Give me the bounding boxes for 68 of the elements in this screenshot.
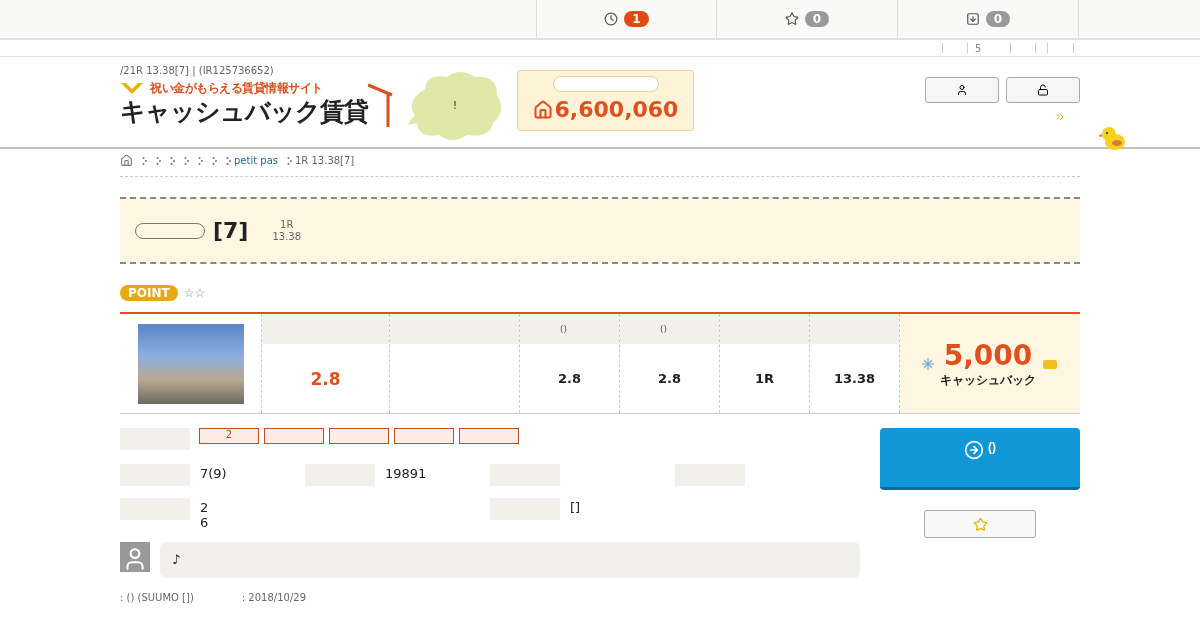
house-icon [532, 99, 553, 120]
bird-drawing [1098, 125, 1128, 153]
separator-icon [170, 155, 175, 166]
feature-tag [459, 428, 519, 444]
roof-drawing [368, 81, 394, 127]
cashback-label: キャッシュバック [940, 371, 1036, 389]
download-icon [965, 12, 980, 26]
logo-text: キャッシュバック賃貸 [120, 97, 368, 127]
cloud-text: ! [453, 99, 457, 111]
table-cell-text: 13.38 [832, 370, 877, 388]
feature-tag: 2 [199, 428, 259, 444]
table-header-cell: () [620, 314, 719, 344]
separator-icon [142, 155, 147, 166]
area-text: 13.38 [272, 230, 302, 243]
favorite-button[interactable] [924, 510, 1036, 538]
date-text: : 2018/10/29 [241, 592, 306, 603]
feature-tag [394, 428, 454, 444]
user-icon [956, 84, 968, 96]
home-icon[interactable] [120, 154, 133, 167]
table-cell-text: 2.8 [557, 370, 582, 388]
detail-value: 7(9) [200, 465, 227, 483]
separator-icon [184, 155, 189, 166]
avatar-icon [120, 542, 150, 572]
chevron-icon[interactable] [1054, 111, 1066, 123]
feature-tag [329, 428, 389, 444]
login-button[interactable] [925, 77, 999, 103]
clock-icon [604, 12, 619, 26]
rating-stars: ☆☆ [183, 286, 206, 300]
breadcrumb-current: 1R 13.38[7] [295, 155, 355, 166]
star-icon [972, 516, 988, 532]
nav-item[interactable]: 0 [717, 0, 898, 38]
cashback-amount: 5,000 [942, 338, 1034, 372]
layout-text: 1R [279, 218, 295, 231]
coin-icon [1042, 357, 1058, 370]
detail-value: 2 6 [200, 499, 209, 530]
point-badge: POINT [120, 285, 178, 301]
count-badge: 0 [804, 11, 830, 27]
breadcrumb-link[interactable]: petit pas [234, 155, 278, 166]
logo-tagline: 祝い金がもらえる賃貸情報サイト [150, 80, 323, 97]
detail-value: [] [570, 499, 581, 517]
sparkle-icon [922, 357, 934, 370]
comment-bubble: ♪ [160, 542, 860, 578]
table-header-cell: () [520, 314, 619, 344]
inquiry-button[interactable]: () [880, 428, 1080, 490]
separator-icon [156, 155, 161, 166]
property-meta: /21R 13.38[7] | (IR125736652) [120, 65, 275, 76]
table-cell-text: 2.8 [657, 370, 682, 388]
count-badge: 0 [985, 11, 1011, 27]
separator-icon [198, 155, 203, 166]
site-logo[interactable]: 祝い金がもらえる賃貸情報サイト キャッシュバック賃貸 [120, 80, 405, 127]
separator-icon [212, 155, 217, 166]
counter-number: 6,600,060 [554, 97, 679, 122]
room-title: [7] [213, 218, 249, 243]
sub-nav-text[interactable]: 5 [968, 43, 982, 54]
checkmark-icon [120, 81, 144, 96]
table-cell-text: 1R [753, 370, 776, 388]
separator-icon [287, 155, 292, 166]
feature-tag [264, 428, 324, 444]
nav-item[interactable]: 1 [536, 0, 717, 38]
register-button[interactable] [1006, 77, 1080, 103]
source-text: : () (SUUMO []) [120, 592, 194, 603]
lock-icon [1037, 84, 1049, 96]
nav-item[interactable]: 0 [898, 0, 1079, 38]
table-cell-text: 2.8 [309, 367, 342, 391]
count-badge: 1 [624, 11, 649, 27]
separator-icon [226, 155, 231, 166]
detail-value: 19891 [385, 465, 427, 483]
star-icon [784, 12, 799, 26]
